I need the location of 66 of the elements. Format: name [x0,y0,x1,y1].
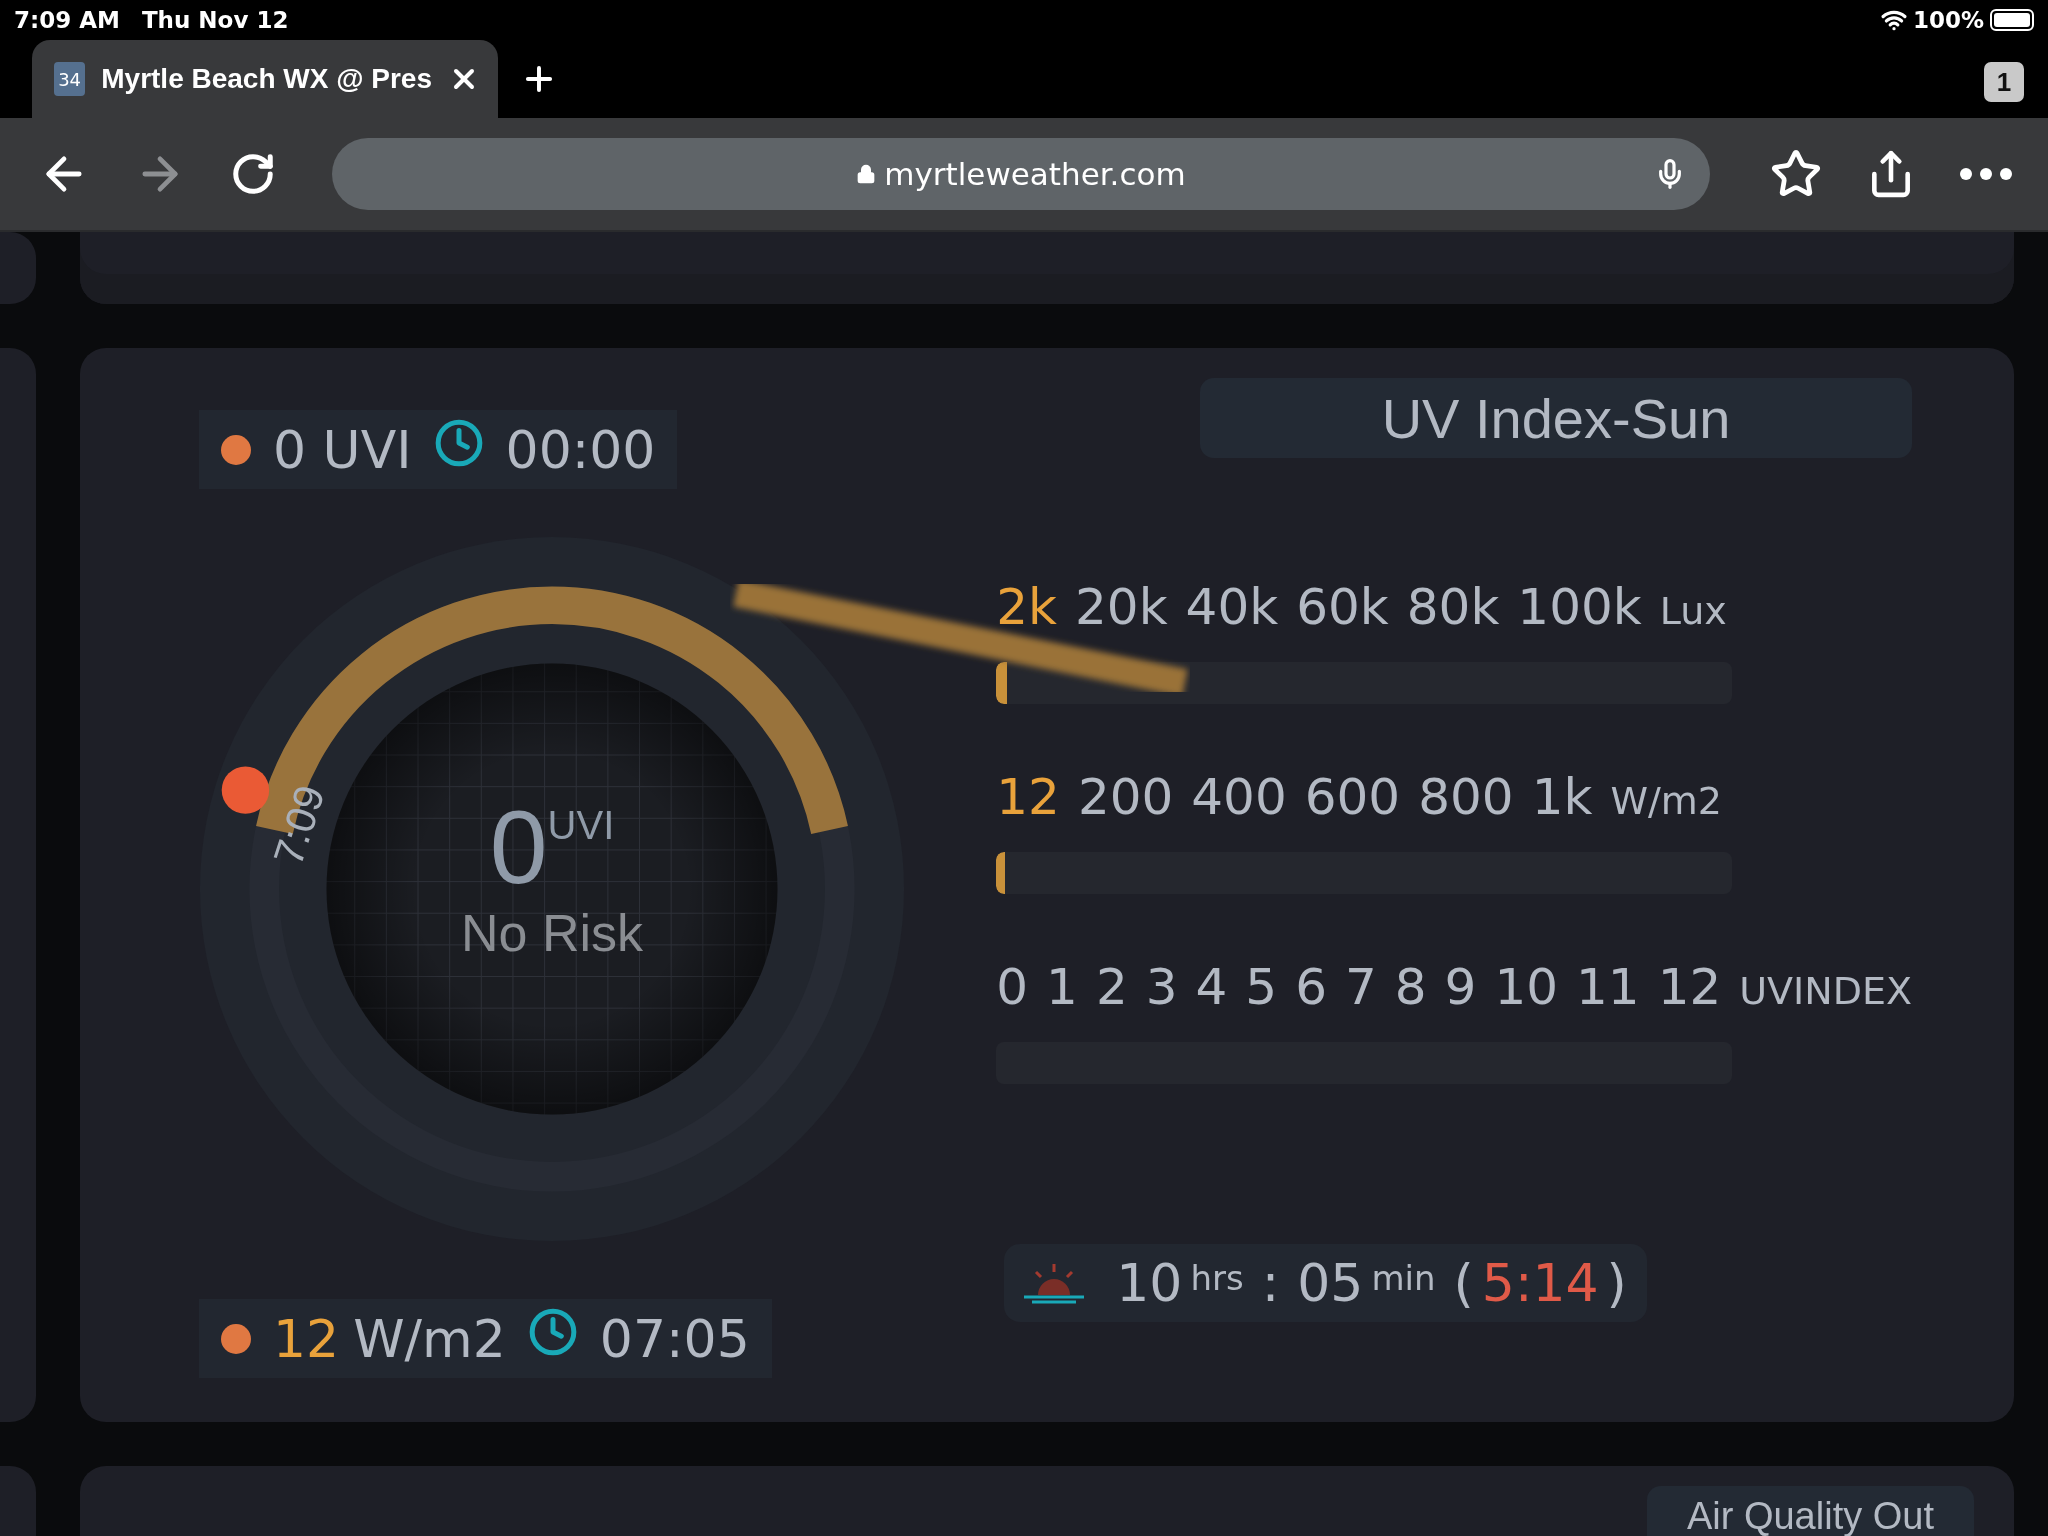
scale-label: 2 [1095,958,1128,1016]
solar-reading-value: 12 [273,1308,340,1369]
uv-reading-value: 0 UVI [273,419,412,480]
time-separator: : [1261,1253,1280,1313]
tab-count-button[interactable]: 1 [1984,62,2024,102]
scale-label: 60k [1296,578,1389,636]
sunrise-time-marker: 7:09 [264,779,334,871]
daylight-minutes: 05 [1297,1253,1364,1313]
remaining-daylight: 5:14 [1481,1253,1599,1313]
scale-label: 5 [1245,958,1278,1016]
clock-icon [527,1306,578,1357]
lock-icon [856,164,877,184]
daylight-hours: 10 [1116,1253,1183,1313]
sunrise-icon [1022,1262,1087,1304]
status-time: 7:09 AM [14,7,120,33]
scale-label: 10 [1494,958,1558,1016]
scale-label: 1k [1531,768,1593,826]
status-dot [221,1323,251,1354]
scale-label: 11 [1576,958,1640,1016]
scale-label: 400 [1191,768,1287,826]
uv-unit: UVI [547,803,615,848]
battery-icon [1990,9,2034,31]
scale-current-value: 12 [996,768,1060,826]
scale-label: 0 [996,958,1029,1016]
solar-reading-unit: W/m2 [353,1308,506,1369]
close-parenthesis: ) [1606,1253,1627,1313]
more-button[interactable] [1960,168,2012,180]
status-dot [221,434,251,465]
scale-label: 12 [1657,958,1722,1016]
scale-label: 600 [1304,768,1401,826]
minutes-unit: min [1371,1258,1436,1298]
card-title: UV Index-Sun [1200,378,1912,458]
more-icon [1960,168,2012,180]
scale-label: 40k [1185,578,1279,636]
scale-label: 100k [1517,578,1642,636]
scale-label: 6 [1295,958,1327,1016]
scale-label: 1 [1046,958,1078,1016]
scale-label: 20k [1075,578,1168,636]
scale-label: 800 [1418,768,1514,826]
scale-label: 200 [1077,768,1174,826]
card-title: Air Quality Out [1646,1486,1974,1536]
scale-label: 7 [1344,958,1377,1016]
address-field[interactable]: myrtleweather.com [332,138,1710,210]
status-date: Thu Nov 12 [141,7,289,33]
browser-tab[interactable]: 34 Myrtle Beach WX @ Pres [32,40,498,118]
solar-reading-time: 07:05 [599,1308,750,1369]
scale-unit: W/m2 [1610,779,1722,823]
hours-unit: hrs [1190,1258,1244,1298]
open-parenthesis: ( [1453,1253,1474,1313]
scale-label: 4 [1195,958,1228,1016]
uv-reading-time: 00:00 [505,419,656,480]
site-favicon: 34 [54,62,86,96]
reload-button[interactable] [230,151,276,197]
tab-title: Myrtle Beach WX @ Pres [101,63,432,95]
scale-label: 80k [1406,578,1500,636]
risk-label: No Risk [461,903,643,963]
scale-label: 8 [1394,958,1427,1016]
clock-icon [433,417,484,468]
url-text: myrtleweather.com [884,156,1186,192]
scale-current-value: 2k [996,578,1058,636]
scale-label: 9 [1444,958,1477,1016]
scale-unit: UVINDEX [1739,969,1912,1013]
uv-value: 0 [489,795,548,899]
scale-unit: Lux [1659,589,1727,633]
scale-label: 3 [1145,958,1178,1016]
battery-percent: 100% [1912,7,1984,33]
